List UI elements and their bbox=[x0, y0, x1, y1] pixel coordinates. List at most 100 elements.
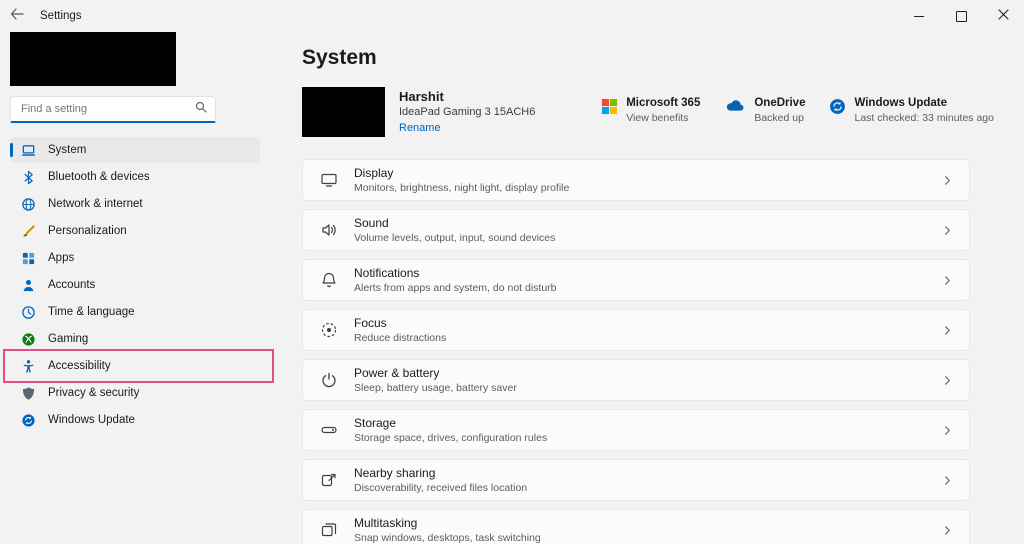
user-profile-redacted-image bbox=[10, 32, 176, 86]
sidebar-item-accounts[interactable]: Accounts bbox=[10, 272, 260, 298]
gaming-icon bbox=[20, 331, 36, 347]
settings-card-nearby-sharing[interactable]: Nearby sharing Discoverability, received… bbox=[302, 459, 970, 501]
card-text: Multitasking Snap windows, desktops, tas… bbox=[354, 516, 541, 544]
privacy-shield-icon bbox=[20, 385, 36, 401]
bluetooth-icon bbox=[20, 169, 36, 185]
minimize-icon bbox=[914, 16, 924, 17]
selected-indicator bbox=[10, 143, 13, 157]
status-group: Microsoft 365 View benefits OneDrive Bac… bbox=[601, 87, 994, 124]
focus-icon bbox=[319, 321, 339, 339]
sidebar-item-label: Gaming bbox=[48, 333, 88, 345]
time-language-icon bbox=[20, 304, 36, 320]
notifications-bell-icon bbox=[319, 271, 339, 289]
status-text: Microsoft 365 View benefits bbox=[626, 97, 700, 124]
card-subtitle: Volume levels, output, input, sound devi… bbox=[354, 232, 555, 244]
device-image-redacted bbox=[302, 87, 385, 137]
search-input[interactable] bbox=[19, 102, 195, 116]
rename-link[interactable]: Rename bbox=[399, 122, 441, 134]
sidebar-item-bluetooth-devices[interactable]: Bluetooth & devices bbox=[10, 164, 260, 190]
card-title: Display bbox=[354, 166, 569, 180]
storage-drive-icon bbox=[319, 421, 339, 439]
card-text: Notifications Alerts from apps and syste… bbox=[354, 266, 557, 294]
settings-card-notifications[interactable]: Notifications Alerts from apps and syste… bbox=[302, 259, 970, 301]
status-windows-update[interactable]: Windows Update Last checked: 33 minutes … bbox=[829, 97, 994, 124]
sidebar-item-label: Apps bbox=[48, 252, 74, 264]
settings-card-focus[interactable]: Focus Reduce distractions bbox=[302, 309, 970, 351]
settings-card-multitasking[interactable]: Multitasking Snap windows, desktops, tas… bbox=[302, 509, 970, 544]
chevron-right-icon bbox=[942, 175, 953, 186]
accessibility-icon bbox=[20, 358, 36, 374]
card-title: Storage bbox=[354, 416, 547, 430]
sidebar-item-accessibility[interactable]: Accessibility bbox=[10, 353, 260, 379]
sidebar-item-privacy-security[interactable]: Privacy & security bbox=[10, 380, 260, 406]
multitasking-icon bbox=[319, 521, 339, 539]
network-icon bbox=[20, 196, 36, 212]
card-text: Power & battery Sleep, battery usage, ba… bbox=[354, 366, 517, 394]
sidebar-item-system[interactable]: System bbox=[10, 137, 260, 163]
device-header: Harshit IdeaPad Gaming 3 15ACH6 Rename M… bbox=[302, 87, 994, 137]
sidebar-item-network-internet[interactable]: Network & internet bbox=[10, 191, 260, 217]
window-title: Settings bbox=[40, 10, 82, 22]
settings-card-display[interactable]: Display Monitors, brightness, night ligh… bbox=[302, 159, 970, 201]
minimize-button[interactable] bbox=[898, 0, 940, 32]
page-title: System bbox=[302, 46, 1024, 70]
accounts-icon bbox=[20, 277, 36, 293]
card-subtitle: Sleep, battery usage, battery saver bbox=[354, 382, 517, 394]
sidebar: System Bluetooth & devices Network & int… bbox=[0, 32, 274, 544]
status-text: OneDrive Backed up bbox=[754, 97, 805, 124]
onedrive-icon bbox=[724, 97, 746, 124]
sidebar-item-personalization[interactable]: Personalization bbox=[10, 218, 260, 244]
sidebar-item-apps[interactable]: Apps bbox=[10, 245, 260, 271]
apps-icon bbox=[20, 250, 36, 266]
windows-update-icon bbox=[20, 412, 36, 428]
card-subtitle: Monitors, brightness, night light, displ… bbox=[354, 182, 569, 194]
sidebar-nav: System Bluetooth & devices Network & int… bbox=[10, 137, 260, 433]
search-box bbox=[10, 96, 216, 123]
settings-card-storage[interactable]: Storage Storage space, drives, configura… bbox=[302, 409, 970, 451]
microsoft-365-icon bbox=[601, 97, 618, 124]
card-title: Power & battery bbox=[354, 366, 517, 380]
status-onedrive[interactable]: OneDrive Backed up bbox=[724, 97, 805, 124]
close-button[interactable] bbox=[982, 0, 1024, 32]
status-microsoft-365[interactable]: Microsoft 365 View benefits bbox=[601, 97, 700, 124]
card-title: Focus bbox=[354, 316, 446, 330]
nearby-sharing-icon bbox=[319, 471, 339, 489]
settings-card-sound[interactable]: Sound Volume levels, output, input, soun… bbox=[302, 209, 970, 251]
sidebar-item-gaming[interactable]: Gaming bbox=[10, 326, 260, 352]
sidebar-item-windows-update[interactable]: Windows Update bbox=[10, 407, 260, 433]
sidebar-item-label: Accessibility bbox=[48, 360, 111, 372]
status-title: Windows Update bbox=[854, 97, 994, 109]
sidebar-item-label: Bluetooth & devices bbox=[48, 171, 150, 183]
system-icon bbox=[20, 142, 36, 158]
sidebar-item-label: Network & internet bbox=[48, 198, 143, 210]
status-title: Microsoft 365 bbox=[626, 97, 700, 109]
settings-cards-list: Display Monitors, brightness, night ligh… bbox=[302, 159, 970, 544]
sound-icon bbox=[319, 221, 339, 239]
card-title: Sound bbox=[354, 216, 555, 230]
power-battery-icon bbox=[319, 371, 339, 389]
chevron-right-icon bbox=[942, 475, 953, 486]
card-text: Focus Reduce distractions bbox=[354, 316, 446, 344]
maximize-button[interactable] bbox=[940, 0, 982, 32]
close-icon bbox=[998, 7, 1009, 25]
windows-update-status-icon bbox=[829, 97, 846, 124]
card-subtitle: Discoverability, received files location bbox=[354, 482, 527, 494]
card-title: Nearby sharing bbox=[354, 466, 527, 480]
status-subtitle: View benefits bbox=[626, 112, 700, 124]
personalization-icon bbox=[20, 223, 36, 239]
window-controls bbox=[898, 0, 1024, 32]
window-content: System Bluetooth & devices Network & int… bbox=[0, 32, 1024, 544]
sidebar-item-label: Personalization bbox=[48, 225, 127, 237]
back-button[interactable] bbox=[0, 0, 34, 32]
card-subtitle: Reduce distractions bbox=[354, 332, 446, 344]
sidebar-item-label: Time & language bbox=[48, 306, 135, 318]
sidebar-item-time-language[interactable]: Time & language bbox=[10, 299, 260, 325]
card-title: Multitasking bbox=[354, 516, 541, 530]
status-subtitle: Backed up bbox=[754, 112, 805, 124]
chevron-right-icon bbox=[942, 275, 953, 286]
settings-card-power-battery[interactable]: Power & battery Sleep, battery usage, ba… bbox=[302, 359, 970, 401]
card-text: Storage Storage space, drives, configura… bbox=[354, 416, 547, 444]
chevron-right-icon bbox=[942, 225, 953, 236]
back-arrow-icon bbox=[10, 7, 24, 25]
card-subtitle: Snap windows, desktops, task switching bbox=[354, 532, 541, 544]
